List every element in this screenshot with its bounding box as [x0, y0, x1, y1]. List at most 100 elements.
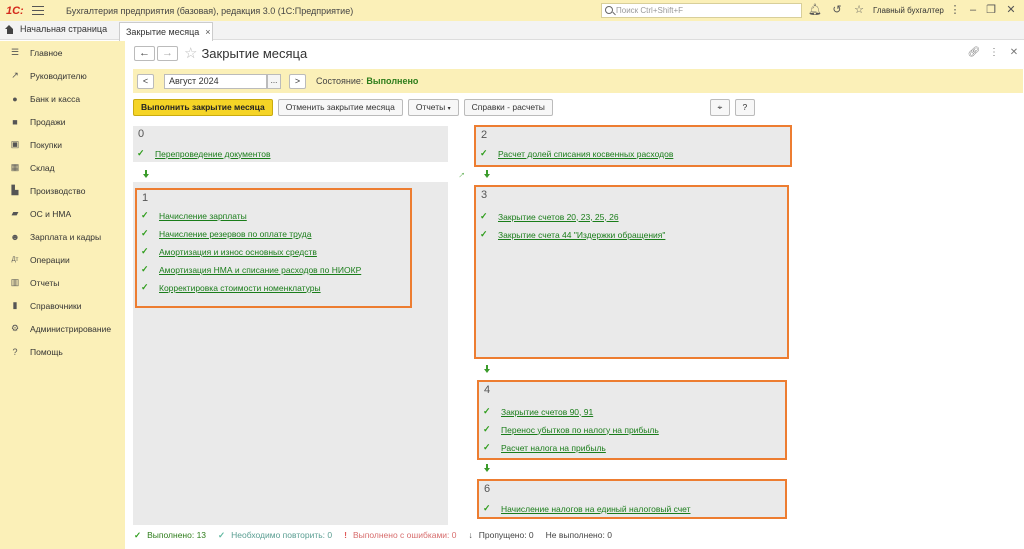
sidebar-item-label: Помощь [30, 346, 63, 357]
favorite-star-icon[interactable]: ☆ [184, 46, 197, 61]
step-item[interactable]: ✓ Расчет долей списания косвенных расходо… [480, 148, 673, 159]
search-input[interactable]: Поиск Ctrl+Shift+F [601, 3, 802, 18]
sidebar-item-sales[interactable]: ■ Продажи [0, 110, 125, 133]
cancel-closing-button[interactable]: Отменить закрытие месяца [277, 98, 403, 116]
sidebar-item-admin[interactable]: ⚙ Администрирование [0, 317, 125, 340]
sidebar-item-label: Банк и касса [30, 93, 81, 104]
step-link[interactable]: Амортизация НМА и списание расходов по Н… [159, 265, 361, 275]
step-link[interactable]: Начисление зарплаты [159, 211, 247, 221]
stage-panel-3: 3 ✓ Закрытие счетов 20, 23, 25, 26 ✓ Закры… [474, 185, 789, 359]
step-item[interactable]: ✓ Начисление резервов по оплате труда [141, 228, 311, 239]
sidebar-item-main[interactable]: ☰ Главное [0, 41, 125, 64]
check-icon: ✓ [141, 210, 149, 220]
footer-done: ✓ Выполнено: 13 [134, 530, 206, 541]
sidebar-item-directories[interactable]: ▮ Справочники [0, 294, 125, 317]
next-month-button[interactable]: > [289, 73, 306, 89]
maximize-icon[interactable]: ❐ [984, 3, 998, 17]
prev-month-button[interactable]: < [137, 73, 154, 89]
tab-month-closing[interactable]: Закрытие месяца × [119, 22, 213, 41]
stage-number: 2 [481, 129, 488, 141]
sidebar-item-label: Зарплата и кадры [30, 231, 102, 242]
current-user[interactable]: Главный бухгалтер [873, 6, 944, 15]
month-field[interactable]: Август 2024 [164, 73, 267, 89]
step-item[interactable]: ✓ Закрытие счетов 90, 91 [483, 406, 593, 417]
check-icon: ✓ [137, 148, 145, 158]
check-outline-icon: ✓ [218, 529, 226, 540]
bell-icon[interactable]: 🔔︎ [808, 3, 822, 17]
search-icon [605, 6, 613, 14]
header-actions: 🔗︎ ⋮ ✕ [964, 47, 1024, 58]
step-link[interactable]: Начисление резервов по оплате труда [159, 229, 311, 239]
sidebar-item-manager[interactable]: ↗ Руководителю [0, 64, 125, 87]
step-link[interactable]: Амортизация и износ основных средств [159, 247, 317, 257]
more-icon[interactable]: ⋮ [984, 47, 1004, 58]
stage-number: 1 [142, 192, 149, 204]
step-item[interactable]: ✓ Корректировка стоимости номенклатуры [141, 282, 321, 293]
toolbar: Выполнить закрытие месяца Отменить закры… [133, 98, 1023, 116]
step-item[interactable]: ✓ Начисление зарплаты [141, 210, 247, 221]
sidebar-item-warehouse[interactable]: ▦ Склад [0, 156, 125, 179]
chart-icon: ▥ [10, 277, 20, 287]
stage-number: 3 [481, 189, 488, 201]
step-link[interactable]: Закрытие счетов 20, 23, 25, 26 [498, 212, 619, 222]
settings-target-button[interactable]: ⌖ [709, 98, 730, 116]
menu-dots-icon[interactable]: ⋮ [948, 3, 962, 17]
check-icon: ✓ [141, 228, 149, 238]
sidebar-item-label: Руководителю [30, 70, 87, 81]
sidebar-item-purchases[interactable]: ▣ Покупки [0, 133, 125, 156]
help-button[interactable]: ? [734, 98, 755, 116]
step-item[interactable]: ✓ Перепроведение документов [137, 148, 271, 159]
star-icon[interactable]: ☆ [852, 3, 866, 17]
close-form-icon[interactable]: ✕ [1004, 47, 1024, 58]
step-item[interactable]: ✓ Амортизация и износ основных средств [141, 246, 317, 257]
footer-skipped-label: Пропущено: 0 [478, 530, 534, 540]
tab-home[interactable]: Начальная страница [5, 24, 107, 34]
check-icon: ✓ [134, 529, 142, 540]
step-item[interactable]: ✓ Перенос убытков по налогу на прибыль [483, 424, 659, 435]
back-button[interactable]: ← [134, 46, 155, 61]
operations-icon: Дт [11, 256, 19, 263]
sidebar-item-help[interactable]: ? Помощь [0, 340, 125, 363]
footer-done-label: Выполнено: 13 [147, 530, 207, 540]
reports-dropdown[interactable]: Отчеты ▾ [407, 98, 459, 116]
page-title: Закрытие месяца [201, 46, 308, 61]
link-icon[interactable]: 🔗︎ [964, 47, 984, 58]
sidebar-item-production[interactable]: ▙ Производство [0, 179, 125, 202]
step-link[interactable]: Закрытие счета 44 "Издержки обращения" [498, 230, 665, 240]
step-item[interactable]: ✓ Закрытие счетов 20, 23, 25, 26 [480, 211, 619, 222]
history-icon[interactable]: ↺ [830, 3, 844, 17]
app-title: Бухгалтерия предприятия (базовая), редак… [66, 5, 354, 16]
close-window-icon[interactable]: ✕ [1004, 3, 1018, 17]
footer-not-done-label: Не выполнено: 0 [545, 530, 612, 540]
sidebar-item-bank[interactable]: ● Банк и касса [0, 87, 125, 110]
minimize-icon[interactable]: – [966, 3, 980, 17]
step-link[interactable]: Перенос убытков по налогу на прибыль [501, 425, 659, 435]
step-link[interactable]: Начисление налогов на единый налоговый с… [501, 504, 691, 514]
main-menu-icon[interactable] [32, 6, 44, 15]
close-tab-icon[interactable]: × [205, 27, 210, 37]
sidebar-item-salary[interactable]: ☻ Зарплата и кадры [0, 225, 125, 248]
flow-arrow-down-icon [484, 170, 490, 178]
step-item[interactable]: ✓ Закрытие счета 44 "Издержки обращения" [480, 229, 665, 240]
step-link[interactable]: Закрытие счетов 90, 91 [501, 407, 593, 417]
step-item[interactable]: ✓ Расчет налога на прибыль [483, 442, 606, 453]
check-icon: ✓ [483, 424, 491, 434]
step-link[interactable]: Корректировка стоимости номенклатуры [159, 283, 321, 293]
run-closing-button[interactable]: Выполнить закрытие месяца [133, 98, 273, 116]
month-picker-button[interactable]: ... [267, 73, 281, 89]
sidebar-item-operations[interactable]: Дт Операции [0, 248, 125, 271]
step-link[interactable]: Перепроведение документов [155, 149, 271, 159]
references-dropdown[interactable]: Справки - расчеты [463, 98, 553, 116]
tabs-bar: Начальная страница Закрытие месяца × [0, 21, 1024, 41]
period-bar: < Август 2024 ... > Состояние: Выполнено [133, 69, 1023, 93]
check-icon: ✓ [480, 148, 488, 158]
sidebar-item-assets[interactable]: ▰ ОС и НМА [0, 202, 125, 225]
step-item[interactable]: ✓ Амортизация НМА и списание расходов по … [141, 264, 361, 275]
step-link[interactable]: Расчет долей списания косвенных расходов [498, 149, 673, 159]
sidebar-item-reports[interactable]: ▥ Отчеты [0, 271, 125, 294]
stage-panel-6: 6 ✓ Начисление налогов на единый налоговы… [477, 479, 787, 519]
step-link[interactable]: Расчет налога на прибыль [501, 443, 606, 453]
step-item[interactable]: ✓ Начисление налогов на единый налоговый … [483, 503, 691, 514]
main-content: ← → ☆ Закрытие месяца 🔗︎ ⋮ ✕ < Август 20… [126, 41, 1024, 549]
forward-button[interactable]: → [157, 46, 178, 61]
